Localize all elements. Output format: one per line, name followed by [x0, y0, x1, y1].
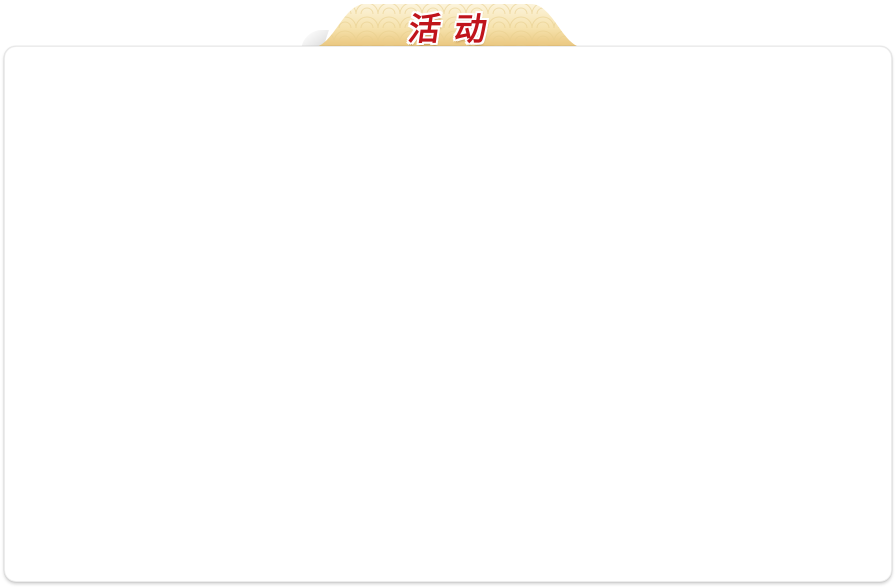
title-tab: 活动 — [312, 0, 584, 50]
activity-dialog: 活动 — [0, 0, 896, 588]
content-panel — [4, 46, 892, 582]
dialog-title: 活动 — [406, 10, 504, 48]
